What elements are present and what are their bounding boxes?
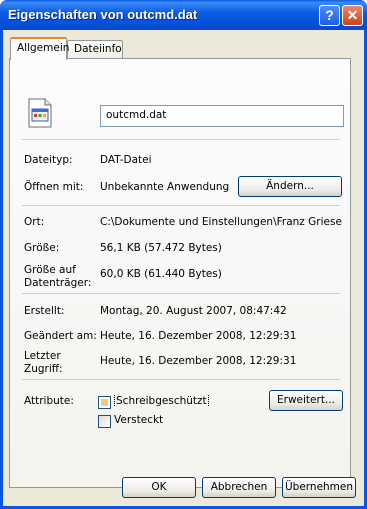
filename-input[interactable]: outcmd.dat xyxy=(100,105,344,127)
size-on-disk-value: 60,0 KB (61.440 Bytes) xyxy=(100,268,222,280)
change-button[interactable]: Ändern... xyxy=(238,176,342,197)
location-label: Ort: xyxy=(24,216,45,228)
hidden-checkbox[interactable] xyxy=(98,415,111,428)
advanced-button[interactable]: Erweitert... xyxy=(269,390,343,411)
separator xyxy=(22,139,340,140)
attributes-label: Attribute: xyxy=(24,395,74,407)
modified-value: Heute, 16. Dezember 2008, 12:29:31 xyxy=(100,330,297,342)
separator xyxy=(22,205,340,206)
accessed-value: Heute, 16. Dezember 2008, 12:29:31 xyxy=(100,355,297,367)
title-bar[interactable]: Eigenschaften von outcmd.dat ? ✕ xyxy=(0,0,367,30)
accessed-label-line1: Letzter xyxy=(24,350,61,362)
size-value: 56,1 KB (57.472 Bytes) xyxy=(100,242,222,254)
filetype-value: DAT-Datei xyxy=(100,154,152,166)
help-button[interactable]: ? xyxy=(319,5,340,26)
created-label: Erstellt: xyxy=(24,305,65,317)
readonly-label[interactable]: Schreibgeschützt xyxy=(114,395,209,407)
size-label: Größe: xyxy=(24,242,60,254)
filetype-label: Dateityp: xyxy=(24,154,73,166)
tab-allgemein[interactable]: Allgemein xyxy=(10,37,69,60)
dat-file-icon xyxy=(28,98,52,128)
modified-label: Geändert am: xyxy=(24,330,97,342)
window-title: Eigenschaften von outcmd.dat xyxy=(8,7,198,22)
properties-window: Eigenschaften von outcmd.dat ? ✕ Allgeme… xyxy=(0,0,367,509)
apply-button[interactable]: Übernehmen xyxy=(282,477,356,498)
readonly-checkbox[interactable] xyxy=(98,396,111,409)
separator xyxy=(22,293,340,294)
created-value: Montag, 20. August 2007, 08:47:42 xyxy=(100,305,287,317)
size-on-disk-label-line1: Größe auf xyxy=(24,264,76,276)
hidden-label[interactable]: Versteckt xyxy=(114,414,163,426)
separator xyxy=(22,379,340,380)
tab-dateiinfo[interactable]: Dateiinfo xyxy=(67,40,123,58)
readonly-label-text: Schreibgeschützt xyxy=(114,395,209,407)
close-button[interactable]: ✕ xyxy=(342,5,363,26)
dialog-client-area: Allgemein Dateiinfo outcmd.dat Dateityp:… xyxy=(3,30,364,506)
general-tab-panel: outcmd.dat Dateityp: DAT-Datei Öffnen mi… xyxy=(9,58,351,488)
size-on-disk-label-line2: Datenträger: xyxy=(24,277,92,289)
location-value: C:\Dokumente und Einstellungen\Franz Gri… xyxy=(100,216,342,228)
ok-button[interactable]: OK xyxy=(122,477,196,498)
accessed-label-line2: Zugriff: xyxy=(24,363,63,375)
opens-with-label: Öffnen mit: xyxy=(24,181,84,193)
cancel-button[interactable]: Abbrechen xyxy=(202,477,276,498)
opens-with-value: Unbekannte Anwendung xyxy=(100,181,230,193)
